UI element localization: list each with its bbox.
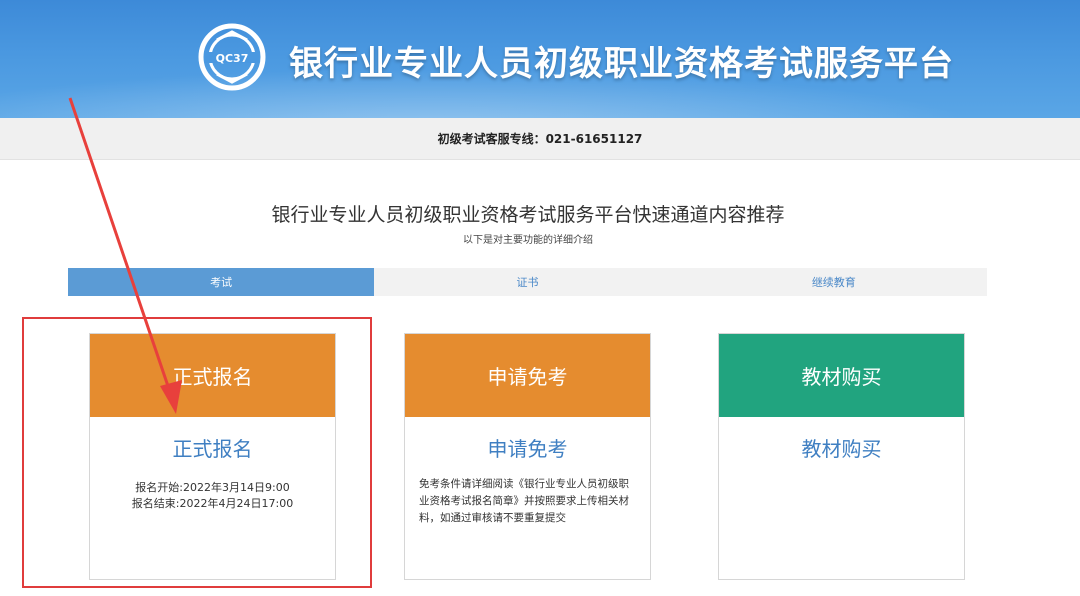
registration-link[interactable]: 正式报名 xyxy=(90,433,335,462)
registration-end: 报名结束:2022年4月24日17:00 xyxy=(131,497,294,510)
svg-text:QC37: QC37 xyxy=(216,52,249,65)
card-registration: 正式报名 正式报名 报名开始:2022年3月14日9:00 报名结束:2022年… xyxy=(89,333,336,580)
platform-title: 银行业专业人员初级职业资格考试服务平台 xyxy=(289,44,954,84)
platform-logo: QC37 xyxy=(198,23,266,91)
exemption-link[interactable]: 申请免考 xyxy=(405,433,650,462)
hotline-text: 初级考试客服专线：021-61651127 xyxy=(437,132,643,146)
exemption-description: 免考条件请详细阅读《银行业专业人员初级职业资格考试报名简章》并按照要求上传相关材… xyxy=(419,478,629,524)
card-exemption: 申请免考 申请免考 免考条件请详细阅读《银行业专业人员初级职业资格考试报名简章》… xyxy=(404,333,651,580)
tab-exam[interactable]: 考试 xyxy=(68,268,375,296)
tab-certificate[interactable]: 证书 xyxy=(374,268,680,296)
header-banner: QC37 银行业专业人员初级职业资格考试服务平台 xyxy=(0,0,1080,118)
hotline-bar: 初级考试客服专线：021-61651127 xyxy=(0,118,1080,160)
section-subtitle: 以下是对主要功能的详细介绍 xyxy=(463,235,593,246)
card-registration-header[interactable]: 正式报名 xyxy=(90,334,335,417)
card-exemption-header[interactable]: 申请免考 xyxy=(405,334,650,417)
card-textbook-header[interactable]: 教材购买 xyxy=(719,334,964,417)
category-tabs: 考试 证书 继续教育 xyxy=(68,268,987,296)
tab-continuing-education[interactable]: 继续教育 xyxy=(681,268,987,296)
registration-dates: 报名开始:2022年3月14日9:00 报名结束:2022年4月24日17:00 xyxy=(90,480,335,512)
card-textbook: 教材购买 教材购买 xyxy=(718,333,965,580)
registration-start: 报名开始:2022年3月14日9:00 xyxy=(135,481,290,494)
textbook-link[interactable]: 教材购买 xyxy=(719,433,964,462)
section-title: 银行业专业人员初级职业资格考试服务平台快速通道内容推荐 xyxy=(271,204,785,226)
